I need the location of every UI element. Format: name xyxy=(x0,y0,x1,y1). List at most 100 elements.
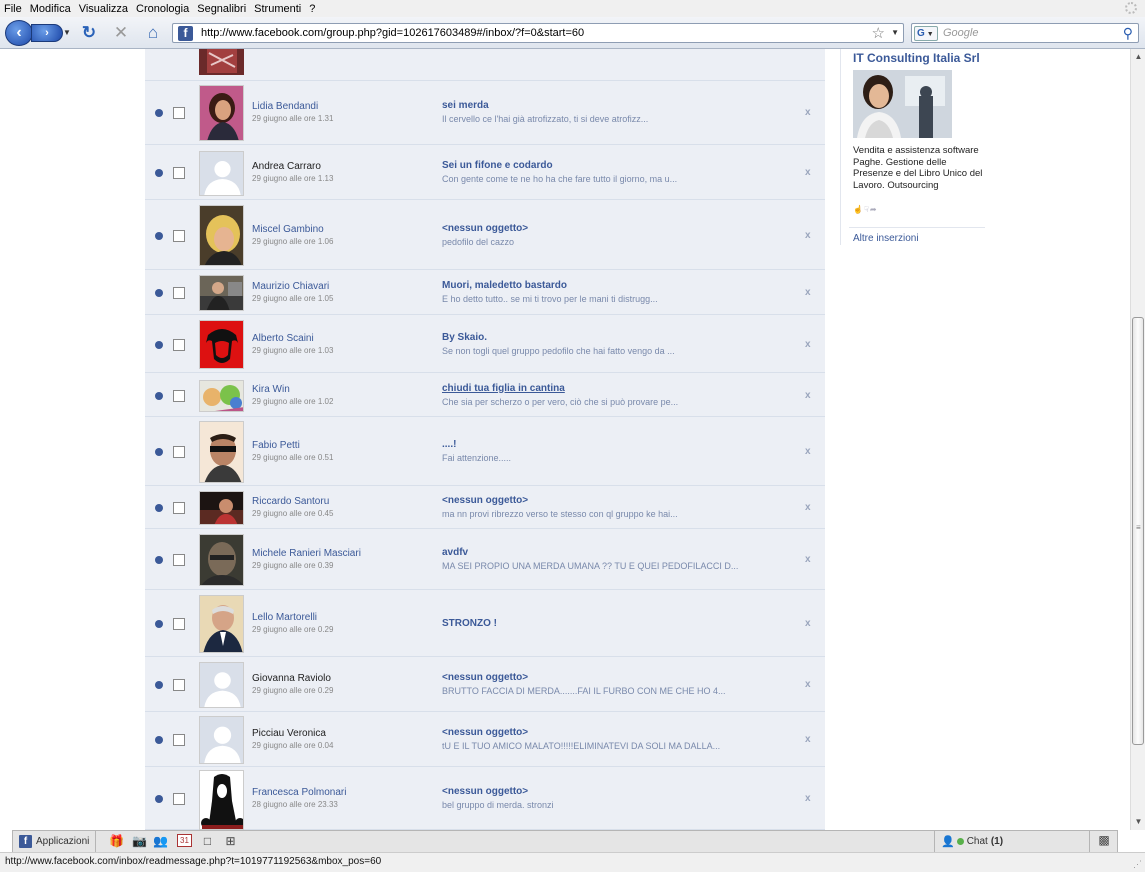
avatar[interactable] xyxy=(199,595,244,653)
menu-file[interactable]: File xyxy=(4,3,22,15)
ad-title[interactable]: IT Consulting Italia Srl xyxy=(853,51,980,65)
applications-button[interactable]: f Applicazioni xyxy=(13,831,96,852)
message-checkbox[interactable] xyxy=(173,167,185,179)
message-preview[interactable]: tU E IL TUO AMICO MALATO!!!!!ELIMINATEVI… xyxy=(442,741,720,751)
ad-body[interactable]: Vendita e assistenza software Paghe. Ges… xyxy=(853,145,985,191)
search-icon[interactable]: ⚲ xyxy=(1123,25,1133,42)
table-row[interactable]: Francesca Polmonari 28 giugno alle ore 2… xyxy=(145,768,825,830)
scroll-down-icon[interactable]: ▼ xyxy=(1133,816,1144,828)
message-checkbox[interactable] xyxy=(173,502,185,514)
sender-name[interactable]: Maurizio Chiavari xyxy=(252,281,329,292)
sender-name[interactable]: Picciau Veronica xyxy=(252,728,326,739)
sender-name[interactable]: Lidia Bendandi xyxy=(252,101,318,112)
url-dropdown-icon[interactable]: ▼ xyxy=(891,28,899,37)
calendar-icon[interactable]: 31 xyxy=(177,834,192,847)
message-preview[interactable]: E ho detto tutto.. se mi ti trovo per le… xyxy=(442,294,658,304)
menu-visualizza[interactable]: Visualizza xyxy=(79,3,128,15)
message-subject[interactable]: <nessun oggetto> xyxy=(442,786,528,797)
more-ads-link[interactable]: Altre inserzioni xyxy=(853,233,919,244)
message-preview[interactable]: pedofilo del cazzo xyxy=(442,237,514,247)
menu-cronologia[interactable]: Cronologia xyxy=(136,3,189,15)
message-checkbox[interactable] xyxy=(173,389,185,402)
bookmark-icon[interactable]: ⊞ xyxy=(223,834,238,849)
delete-message-button[interactable]: x xyxy=(805,230,811,241)
table-row[interactable]: Andrea Carraro 29 giugno alle ore 1.13 S… xyxy=(145,146,825,200)
delete-message-button[interactable]: x xyxy=(805,554,811,565)
delete-message-button[interactable]: x xyxy=(805,679,811,690)
table-row[interactable]: Lidia Bendandi 29 giugno alle ore 1.31 s… xyxy=(145,81,825,145)
avatar[interactable] xyxy=(199,662,244,708)
history-dropdown-icon[interactable]: ▼ xyxy=(63,28,71,37)
table-row-partial[interactable] xyxy=(145,49,825,81)
friends-icon[interactable]: 👥 xyxy=(153,834,168,849)
delete-message-button[interactable]: x xyxy=(805,446,811,457)
message-preview[interactable]: BRUTTO FACCIA DI MERDA.......FAI IL FURB… xyxy=(442,686,726,696)
message-subject[interactable]: avdfv xyxy=(442,547,468,558)
message-preview[interactable]: MA SEI PROPIO UNA MERDA UMANA ?? TU E QU… xyxy=(442,561,738,571)
message-checkbox[interactable] xyxy=(173,107,185,119)
bookmark-star-icon[interactable]: ☆ xyxy=(872,24,885,42)
message-subject[interactable]: <nessun oggetto> xyxy=(442,727,528,738)
message-preview[interactable]: Che sia per scherzo o per vero, ciò che … xyxy=(442,397,678,407)
avatar[interactable] xyxy=(199,421,244,483)
sender-name[interactable]: Fabio Petti xyxy=(252,440,300,451)
message-subject[interactable]: ....! xyxy=(442,439,456,450)
message-preview[interactable]: Se non togli quel gruppo pedofilo che ha… xyxy=(442,346,675,356)
message-checkbox[interactable] xyxy=(173,734,185,746)
forward-button[interactable]: › xyxy=(31,24,63,42)
ad-image[interactable] xyxy=(853,70,952,138)
notifications-icon[interactable]: ▩ xyxy=(1095,833,1113,849)
delete-message-button[interactable]: x xyxy=(805,502,811,513)
message-checkbox[interactable] xyxy=(173,229,185,242)
reload-button[interactable]: ↻ xyxy=(78,22,100,44)
chat-button[interactable]: 👤 Chat (1) xyxy=(934,831,1090,852)
scrollbar-thumb[interactable]: ≡ xyxy=(1132,317,1144,745)
page-scrollbar[interactable]: ▲ ≡ ▼ xyxy=(1130,49,1145,830)
back-button[interactable]: ‹ xyxy=(5,20,33,46)
delete-message-button[interactable]: x xyxy=(805,390,811,401)
sender-name[interactable]: Giovanna Raviolo xyxy=(252,673,331,684)
search-bar[interactable]: G ▼ Google ⚲ xyxy=(911,23,1139,43)
message-subject[interactable]: <nessun oggetto> xyxy=(442,672,528,683)
table-row[interactable]: Fabio Petti 29 giugno alle ore 0.51 ....… xyxy=(145,418,825,486)
avatar[interactable] xyxy=(199,150,244,196)
avatar[interactable] xyxy=(199,49,244,75)
sender-name[interactable]: Miscel Gambino xyxy=(252,224,324,235)
table-row[interactable]: Riccardo Santoru 29 giugno alle ore 0.45… xyxy=(145,487,825,529)
stop-button[interactable]: ✕ xyxy=(110,22,132,44)
message-checkbox[interactable] xyxy=(173,793,185,805)
message-subject[interactable]: sei merda xyxy=(442,100,489,111)
menu-modifica[interactable]: Modifica xyxy=(30,3,71,15)
table-row[interactable]: Giovanna Raviolo 29 giugno alle ore 0.29… xyxy=(145,658,825,712)
menu-help[interactable]: ? xyxy=(309,3,315,15)
message-subject[interactable]: STRONZO ! xyxy=(442,618,497,629)
url-text[interactable]: http://www.facebook.com/group.php?gid=10… xyxy=(201,27,584,39)
menu-strumenti[interactable]: Strumenti xyxy=(254,3,301,15)
message-checkbox[interactable] xyxy=(173,446,185,458)
avatar[interactable] xyxy=(199,770,244,830)
scroll-up-icon[interactable]: ▲ xyxy=(1133,51,1144,63)
message-subject[interactable]: Sei un fifone e codardo xyxy=(442,160,553,171)
sender-name[interactable]: Lello Martorelli xyxy=(252,612,317,623)
avatar[interactable] xyxy=(199,716,244,764)
table-row[interactable]: Kira Win 29 giugno alle ore 1.02 chiudi … xyxy=(145,374,825,417)
table-row[interactable]: Alberto Scaini 29 giugno alle ore 1.03 B… xyxy=(145,316,825,373)
avatar[interactable] xyxy=(199,320,244,369)
gift-icon[interactable]: 🎁 xyxy=(109,834,124,849)
avatar[interactable] xyxy=(199,534,244,586)
avatar[interactable] xyxy=(199,85,244,141)
message-subject[interactable]: By Skaio. xyxy=(442,332,487,343)
delete-message-button[interactable]: x xyxy=(805,618,811,629)
home-button[interactable]: ⌂ xyxy=(142,22,164,44)
message-subject[interactable]: <nessun oggetto> xyxy=(442,223,528,234)
delete-message-button[interactable]: x xyxy=(805,339,811,350)
search-engine-icon[interactable]: G ▼ xyxy=(914,26,938,41)
notes-icon[interactable]: □ xyxy=(200,834,215,849)
table-row[interactable]: Picciau Veronica 29 giugno alle ore 0.04… xyxy=(145,713,825,767)
message-checkbox[interactable] xyxy=(173,338,185,351)
sender-name[interactable]: Kira Win xyxy=(252,384,290,395)
message-subject[interactable]: <nessun oggetto> xyxy=(442,495,528,506)
sender-name[interactable]: Andrea Carraro xyxy=(252,161,321,172)
table-row[interactable]: Lello Martorelli 29 giugno alle ore 0.29… xyxy=(145,591,825,657)
table-row[interactable]: Maurizio Chiavari 29 giugno alle ore 1.0… xyxy=(145,271,825,315)
